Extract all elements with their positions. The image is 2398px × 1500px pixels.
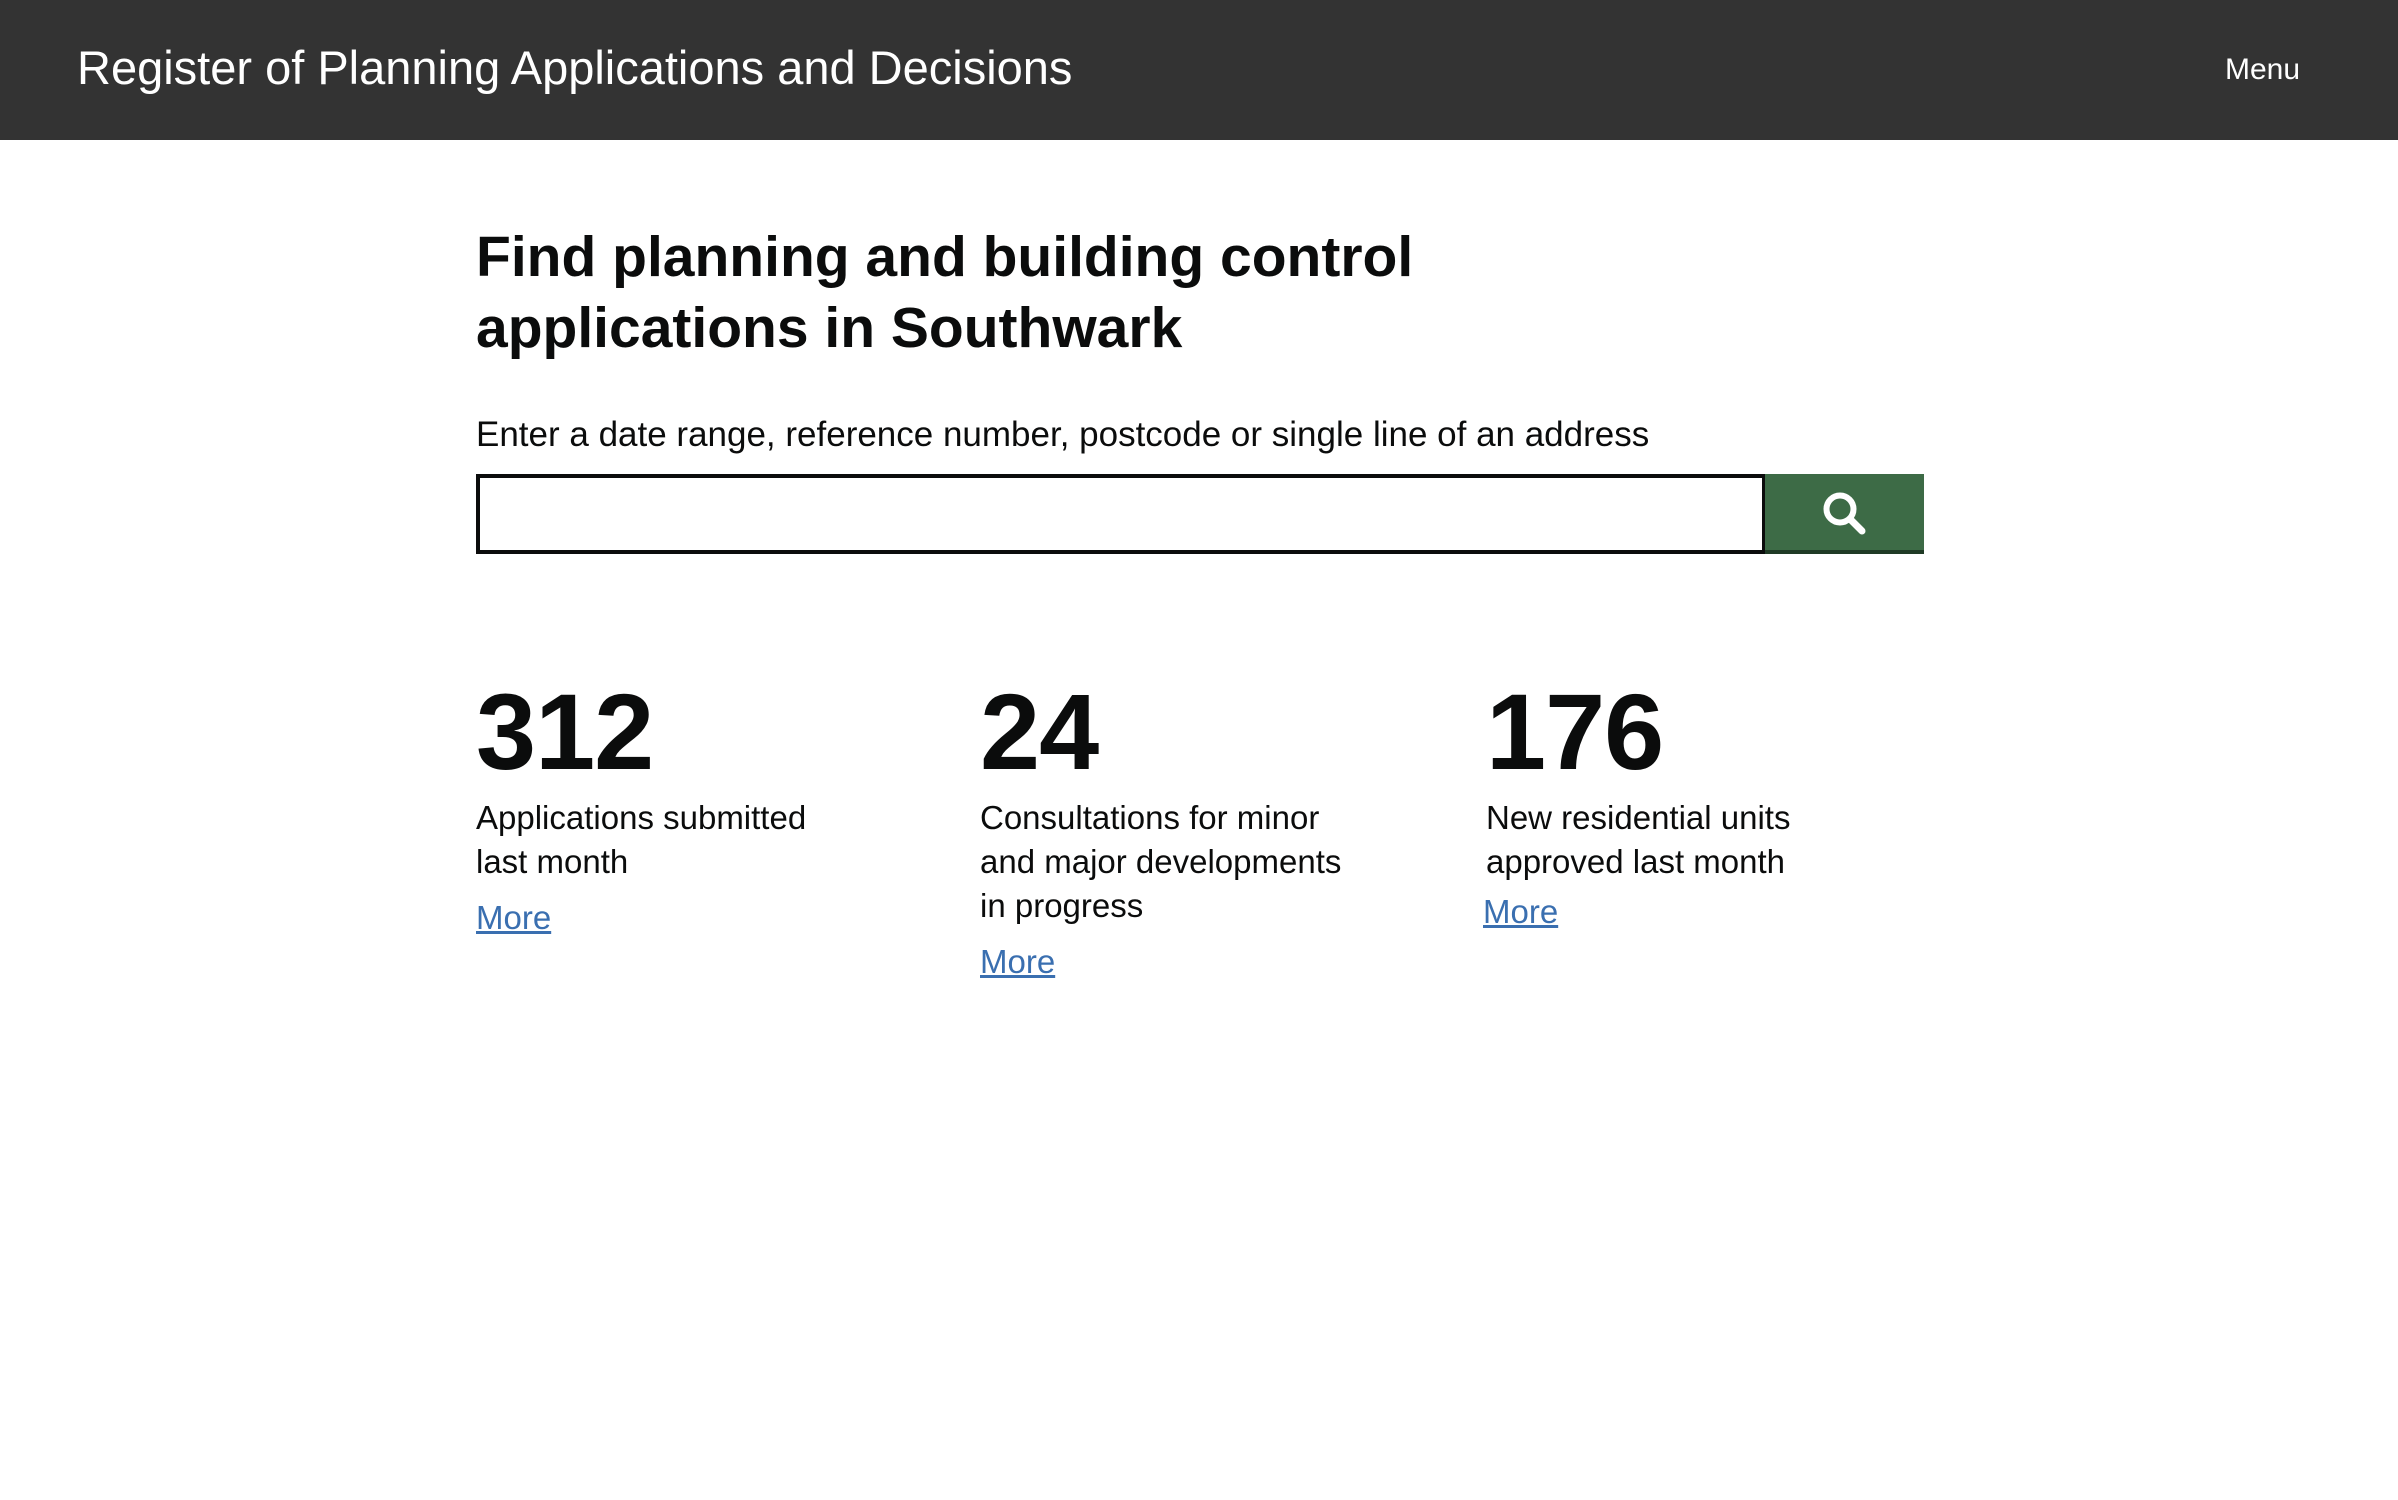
stat-more-link[interactable]: More [476,896,551,940]
search-label: Enter a date range, reference number, po… [476,415,1650,454]
stat-description: Consultations for minor and major develo… [980,796,1380,928]
stat-residential-units: 176 New residential units approved last … [1483,671,1886,934]
stat-description-line: and major developments [980,843,1342,880]
stat-number: 176 [1486,671,1664,792]
search-input[interactable] [476,474,1766,554]
stat-description-line: New residential units [1486,799,1791,836]
stat-description: New residential units approved last mont… [1486,796,1886,884]
stat-description-line: last month [476,843,629,880]
stat-consultations: 24 Consultations for minor and major dev… [980,672,1380,984]
stat-description: Applications submitted last month [476,796,876,884]
stat-description-line: approved last month [1486,843,1786,880]
stat-applications-submitted: 312 Applications submitted last month Mo… [476,672,876,940]
search-button[interactable] [1765,474,1924,554]
search-icon [1823,492,1866,535]
stat-more-link[interactable]: More [1483,890,1558,934]
stat-number: 312 [476,671,654,792]
stat-description-line: in progress [980,887,1144,924]
menu-button[interactable]: Menu [2225,52,2300,88]
site-header: Register of Planning Applications and De… [0,0,2398,140]
stat-description-line: Consultations for minor [980,799,1320,836]
site-title[interactable]: Register of Planning Applications and De… [77,38,1072,98]
page-title: Find planning and building control appli… [476,225,1414,360]
stat-number: 24 [980,671,1099,792]
stat-more-link[interactable]: More [980,940,1055,984]
stat-description-line: Applications submitted [476,799,807,836]
